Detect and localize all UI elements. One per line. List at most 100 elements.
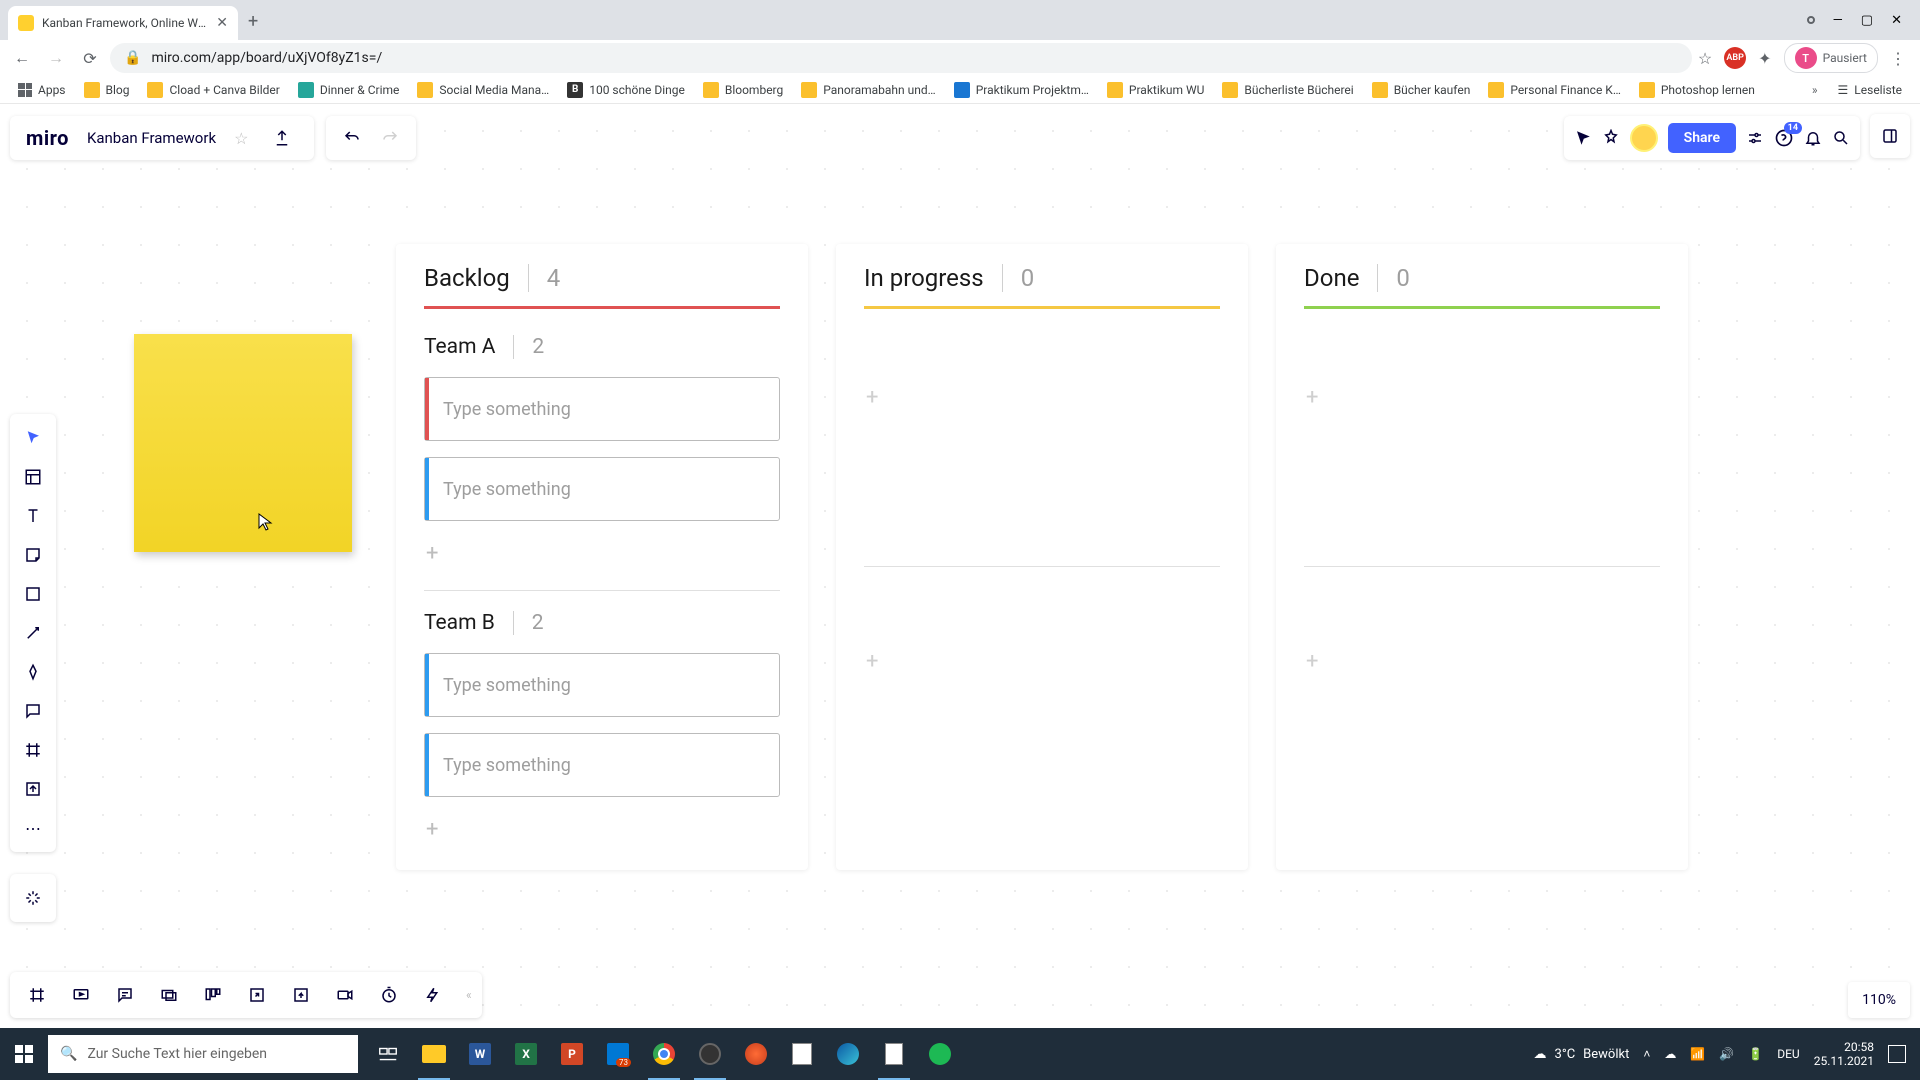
new-tab-button[interactable]: + [248, 11, 258, 32]
tray-chevron-icon[interactable]: ˄ [1643, 1047, 1650, 1061]
close-tab-icon[interactable]: ✕ [216, 15, 228, 31]
cursor-icon[interactable] [1574, 129, 1592, 147]
spotify-icon[interactable] [918, 1028, 962, 1080]
reading-list-button[interactable]: ☰Leseliste [1830, 79, 1910, 101]
text-tool[interactable] [15, 498, 51, 534]
bookmark-item[interactable]: Praktikum WU [1099, 78, 1212, 102]
add-card-button[interactable]: + [864, 367, 1220, 428]
app-icon[interactable] [734, 1028, 778, 1080]
reactions-icon[interactable] [1602, 129, 1620, 147]
miro-logo[interactable]: miro [26, 126, 69, 150]
presentation-icon[interactable] [64, 978, 98, 1012]
bookmark-item[interactable]: Personal Finance K… [1480, 78, 1629, 102]
more-tools[interactable]: ⋯ [15, 810, 51, 846]
bookmark-item[interactable]: Bloomberg [695, 78, 791, 102]
board-name[interactable]: Kanban Framework [87, 129, 216, 147]
bookmark-item[interactable]: Dinner & Crime [290, 78, 408, 102]
column-backlog[interactable]: Backlog 4 Team A 2 Type something Type s… [396, 244, 808, 870]
bookmark-item[interactable]: Blog [76, 78, 138, 102]
undo-button[interactable] [336, 122, 368, 154]
video-icon[interactable] [328, 978, 362, 1012]
card-icon[interactable] [152, 978, 186, 1012]
help-icon[interactable]: 14 [1774, 128, 1794, 148]
chrome-icon[interactable] [642, 1028, 686, 1080]
word-icon[interactable]: W [458, 1028, 502, 1080]
add-card-button[interactable]: + [1304, 631, 1660, 692]
user-avatar[interactable] [1630, 124, 1658, 152]
column-in-progress[interactable]: In progress 0 + + [836, 244, 1248, 870]
pen-tool[interactable] [15, 654, 51, 690]
onedrive-icon[interactable]: ☁ [1664, 1047, 1676, 1061]
comments-panel-icon[interactable] [108, 978, 142, 1012]
upload-tool[interactable] [15, 771, 51, 807]
kanban-card[interactable]: Type something [424, 377, 780, 441]
frame-tool[interactable] [15, 732, 51, 768]
select-tool[interactable] [15, 420, 51, 456]
minimize-icon[interactable]: — [1833, 13, 1843, 28]
browser-tab[interactable]: Kanban Framework, Online Whit… ✕ [8, 6, 238, 40]
maximize-icon[interactable]: ▢ [1861, 13, 1873, 28]
kanban-card[interactable]: Type something [424, 653, 780, 717]
start-button[interactable] [0, 1028, 48, 1080]
redo-button[interactable] [374, 122, 406, 154]
bookmark-item[interactable]: Praktikum Projektm… [946, 78, 1097, 102]
timer-icon[interactable] [372, 978, 406, 1012]
settings-icon[interactable] [1746, 129, 1764, 147]
shape-tool[interactable] [15, 576, 51, 612]
bookmark-item[interactable]: Panoramabahn und… [793, 78, 943, 102]
bookmark-apps[interactable]: Apps [10, 79, 74, 101]
browser-account-dot[interactable] [1807, 16, 1815, 24]
notepad-icon[interactable] [872, 1028, 916, 1080]
forward-button[interactable]: → [42, 44, 70, 72]
bookmark-item[interactable]: Bücherliste Bücherei [1214, 78, 1361, 102]
kanban-icon[interactable] [196, 978, 230, 1012]
zoom-indicator[interactable]: 110% [1848, 982, 1910, 1018]
url-field[interactable]: 🔒 miro.com/app/board/uXjVOf8yZ1s=/ [110, 43, 1692, 73]
app-icon[interactable] [780, 1028, 824, 1080]
close-icon[interactable]: ✕ [1891, 13, 1902, 28]
language-indicator[interactable]: DEU [1777, 1047, 1799, 1061]
reload-button[interactable]: ⟳ [76, 44, 104, 72]
notifications-icon[interactable] [1804, 129, 1822, 147]
add-card-button[interactable]: + [424, 813, 780, 846]
volume-icon[interactable]: 🔊 [1719, 1047, 1734, 1061]
clock[interactable]: 20:58 25.11.2021 [1814, 1040, 1874, 1069]
add-card-button[interactable]: + [864, 631, 1220, 692]
weather-widget[interactable]: ☁ 3°C Bewölkt [1534, 1047, 1630, 1062]
sticky-note[interactable] [134, 334, 352, 552]
bookmarks-more-icon[interactable]: » [1812, 83, 1818, 97]
frames-panel-icon[interactable] [20, 978, 54, 1012]
kanban-card[interactable]: Type something [424, 457, 780, 521]
collapse-toolbar-icon[interactable]: « [466, 988, 472, 1002]
mail-icon[interactable]: 73 [596, 1028, 640, 1080]
wifi-icon[interactable]: 📶 [1690, 1047, 1705, 1061]
templates-tool[interactable] [15, 459, 51, 495]
export-icon[interactable] [266, 122, 298, 154]
extensions-icon[interactable]: ✦ [1758, 49, 1771, 68]
bookmark-item[interactable]: Bücher kaufen [1364, 78, 1479, 102]
add-card-button[interactable]: + [1304, 367, 1660, 428]
explorer-icon[interactable] [412, 1028, 456, 1080]
column-done[interactable]: Done 0 + + [1276, 244, 1688, 870]
abp-extension-icon[interactable]: ABP [1724, 47, 1746, 69]
screenshot-icon[interactable] [284, 978, 318, 1012]
notifications-icon[interactable] [1888, 1045, 1906, 1063]
excel-icon[interactable]: X [504, 1028, 548, 1080]
battery-icon[interactable]: 🔋 [1748, 1047, 1763, 1061]
bookmark-item[interactable]: Cload + Canva Bilder [139, 78, 287, 102]
add-card-button[interactable]: + [424, 537, 780, 570]
sticky-tool[interactable] [15, 537, 51, 573]
back-button[interactable]: ← [8, 44, 36, 72]
bookmark-item[interactable]: Social Media Mana… [409, 78, 557, 102]
side-panel-toggle[interactable] [1870, 114, 1910, 158]
activity-icon[interactable] [416, 978, 450, 1012]
star-icon[interactable]: ☆ [234, 129, 248, 148]
taskbar-search[interactable]: 🔍 Zur Suche Text hier eingeben [48, 1035, 358, 1073]
bookmark-item[interactable]: B100 schöne Dinge [559, 78, 693, 102]
obs-icon[interactable] [688, 1028, 732, 1080]
task-view-icon[interactable] [366, 1028, 410, 1080]
share-button[interactable]: Share [1668, 123, 1736, 153]
search-icon[interactable] [1832, 129, 1850, 147]
bookmark-star-icon[interactable]: ☆ [1698, 49, 1712, 68]
chrome-menu-icon[interactable]: ⋮ [1890, 49, 1906, 68]
